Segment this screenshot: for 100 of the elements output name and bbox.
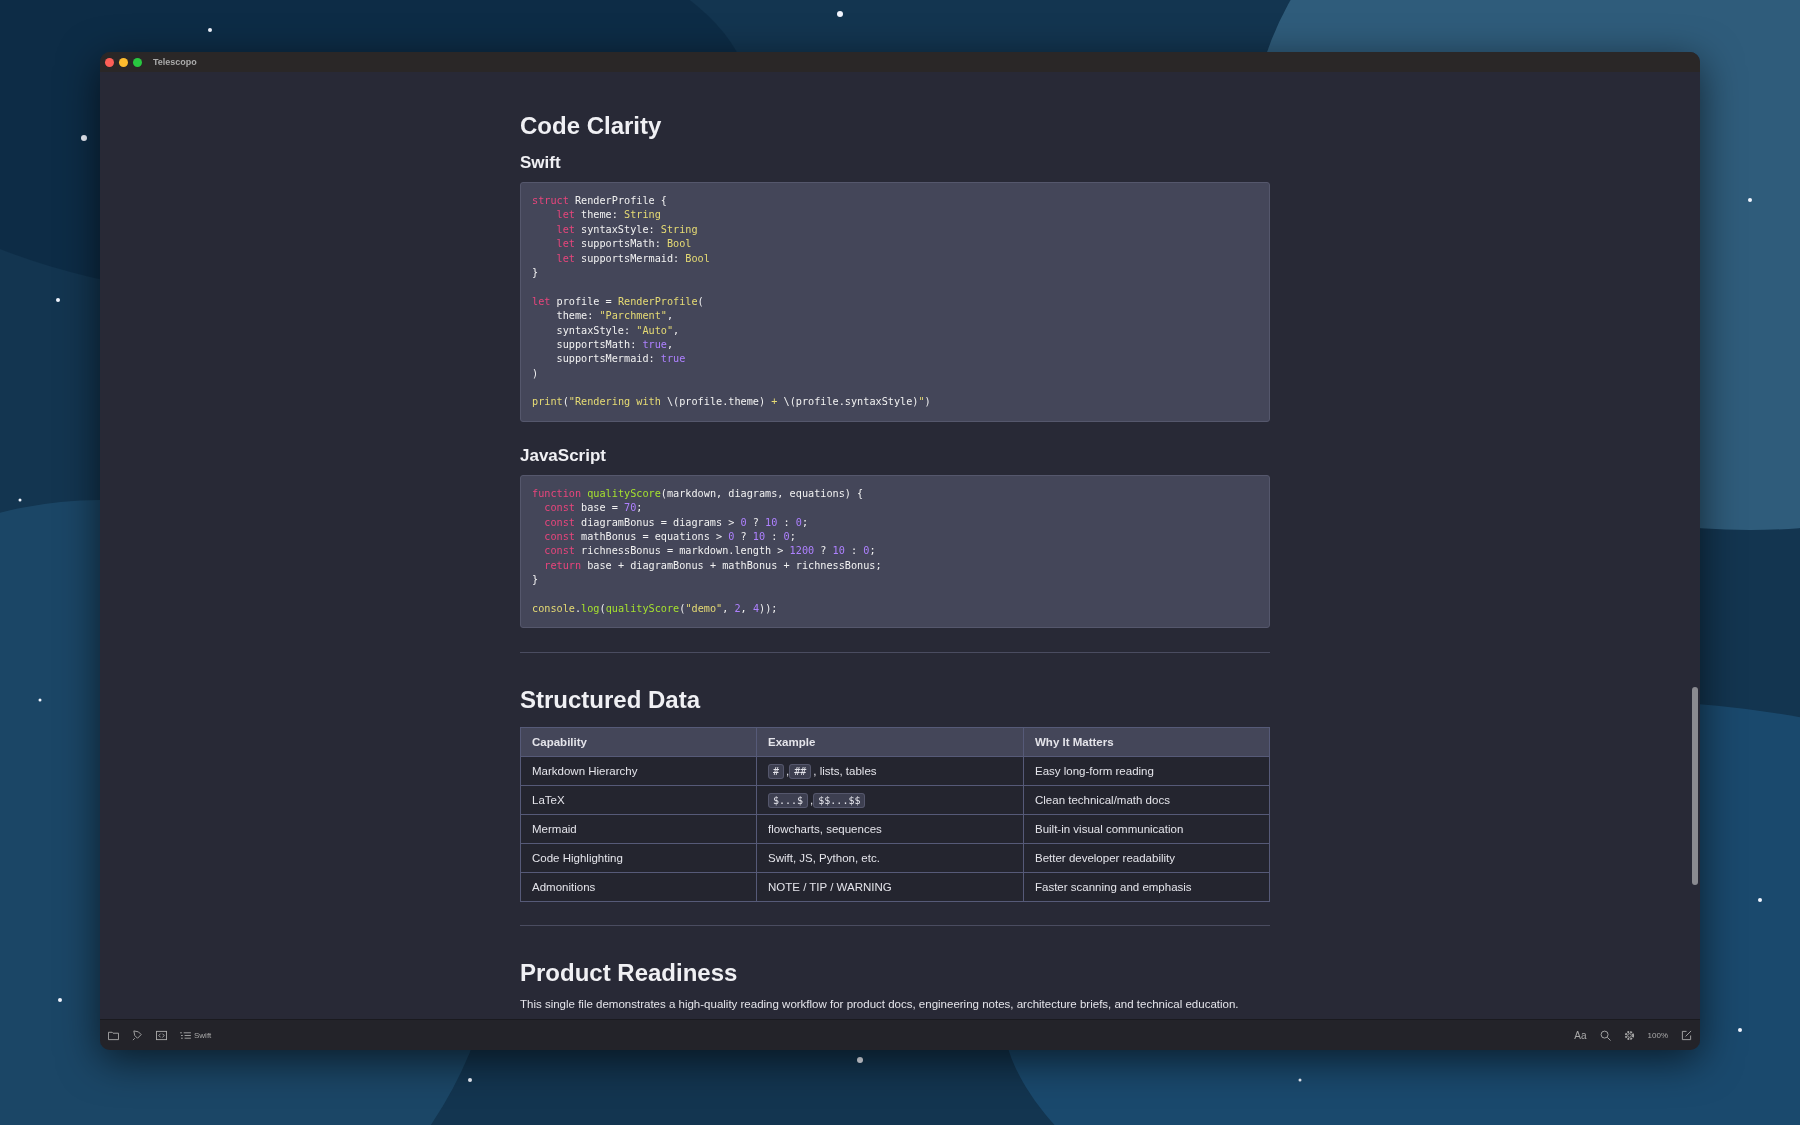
zoom-button[interactable] <box>133 57 142 67</box>
cell-text: Clean technical/math docs <box>1035 794 1170 807</box>
code-token: qualityScore <box>586 487 661 499</box>
section-heading: Code Clarity <box>520 112 663 140</box>
code-token: ( <box>599 603 606 614</box>
code-token: log <box>581 603 600 614</box>
code-token: "Auto" <box>636 324 674 336</box>
subsection-heading: Swift <box>520 153 562 173</box>
cell-text: NOTE / TIP / WARNING <box>768 881 892 894</box>
cell-text: Mermaid <box>532 823 577 836</box>
section-heading: Product Readiness <box>520 959 739 988</box>
code-token: base = <box>580 502 619 514</box>
column-header: Capability <box>520 727 757 757</box>
code-token: true <box>660 353 686 365</box>
code-token: true <box>642 338 667 350</box>
code-token: ; <box>869 545 876 557</box>
cell-text: Faster scanning and emphasis <box>1035 881 1192 894</box>
code-token: 10 <box>765 516 778 528</box>
code-token: ) <box>924 396 931 408</box>
settings-icon[interactable] <box>1623 1029 1635 1041</box>
code-token: ? <box>819 545 828 557</box>
code-token: let <box>555 252 575 264</box>
cell-text: , <box>810 794 814 807</box>
code-token: Bool <box>666 238 692 250</box>
minimize-button[interactable] <box>119 57 128 67</box>
code-token: \(profile.syntaxStyle) <box>783 396 919 408</box>
code-token: supportsMermaid: <box>555 353 656 365</box>
column-header: Example <box>756 727 1024 757</box>
code-token: } <box>532 574 539 586</box>
code-token: let <box>555 238 575 250</box>
code-token: "Rendering with <box>568 396 662 408</box>
zoom-level[interactable]: 100% <box>1647 1030 1668 1040</box>
code-token: 4 <box>752 603 760 614</box>
code-token: ? <box>739 531 748 543</box>
window-title: Telescopo <box>153 57 197 67</box>
code-token: return <box>543 559 582 571</box>
code-token: , <box>666 338 674 350</box>
code-token: , <box>673 324 680 336</box>
code-token: , <box>666 310 674 322</box>
code-token: 2 <box>734 603 741 614</box>
cell-text: Built-in visual communication <box>1035 823 1184 836</box>
code-token: " <box>918 396 925 408</box>
code-token: const <box>543 502 575 514</box>
code-token: 10 <box>832 545 845 557</box>
cell-text: , lists, tables <box>813 765 877 778</box>
code-token: function <box>532 487 582 499</box>
code-token: ; <box>636 502 643 514</box>
code-token: 1200 <box>789 545 815 557</box>
code-token: 0 <box>795 516 802 528</box>
code-token: , <box>740 603 748 614</box>
close-button[interactable] <box>105 57 114 67</box>
code-token: : <box>770 531 779 543</box>
inline-code: # <box>768 764 785 780</box>
code-token: console <box>532 603 575 614</box>
code-token: String <box>660 223 698 235</box>
code-token: ; <box>801 516 809 528</box>
code-token: Bool <box>685 252 710 264</box>
code-token: supportsMath: <box>555 338 638 350</box>
code-token: syntaxStyle: <box>580 223 656 235</box>
code-token: . <box>574 603 582 614</box>
paragraph: This single file demonstrates a high-quality reading workflow for product docs, engineering notes, architecture briefs, and technical education. <box>520 998 1240 1011</box>
code-token: ( <box>562 396 569 408</box>
inline-code: $$...$$ <box>813 793 866 809</box>
cell-text: flowcharts, sequences <box>768 823 882 836</box>
list-icon <box>180 1030 191 1040</box>
cell-text: Swift, JS, Python, etc. <box>768 852 880 865</box>
code-box-icon[interactable] <box>156 1029 167 1041</box>
scrollbar-thumb[interactable] <box>1692 687 1698 885</box>
code-token: qualityScore <box>605 603 680 614</box>
code-token: 0 <box>863 545 870 557</box>
code-token: base + diagramBonus + mathBonus + richnessBonus; <box>586 559 882 571</box>
cell-text: LaTeX <box>532 794 565 807</box>
code-token: "demo" <box>685 603 723 614</box>
cell-text: Admonitions <box>532 881 596 894</box>
outline-button[interactable]: Swift <box>180 1030 212 1040</box>
font-button[interactable]: Aa <box>1574 1029 1587 1041</box>
code-token: let <box>532 295 551 307</box>
code-token: RenderProfile <box>617 295 698 307</box>
inline-code: ## <box>789 764 812 780</box>
subsection-heading: JavaScript <box>520 445 607 466</box>
code-token: , <box>722 603 730 614</box>
code-token: : <box>782 516 791 528</box>
code-token: } <box>532 266 539 278</box>
code-token: + <box>771 396 779 408</box>
code-token: ? <box>751 516 760 528</box>
code-token: mathBonus = equations > <box>580 531 724 543</box>
code-token: diagramBonus = diagrams > <box>580 516 736 528</box>
code-token: ) <box>532 367 539 379</box>
edit-icon[interactable] <box>1681 1029 1692 1041</box>
search-icon[interactable] <box>1599 1029 1611 1041</box>
folder-icon[interactable] <box>108 1029 119 1041</box>
code-token: 10 <box>752 531 766 543</box>
code-token: theme: <box>580 209 619 221</box>
code-token: supportsMermaid: <box>580 252 681 264</box>
code-token: let <box>555 223 575 235</box>
code-token: ; <box>789 531 796 543</box>
code-token: 0 <box>740 516 747 528</box>
code-token: const <box>543 516 575 528</box>
code-token: : <box>849 545 859 557</box>
cell-text: Code Highlighting <box>532 852 623 865</box>
